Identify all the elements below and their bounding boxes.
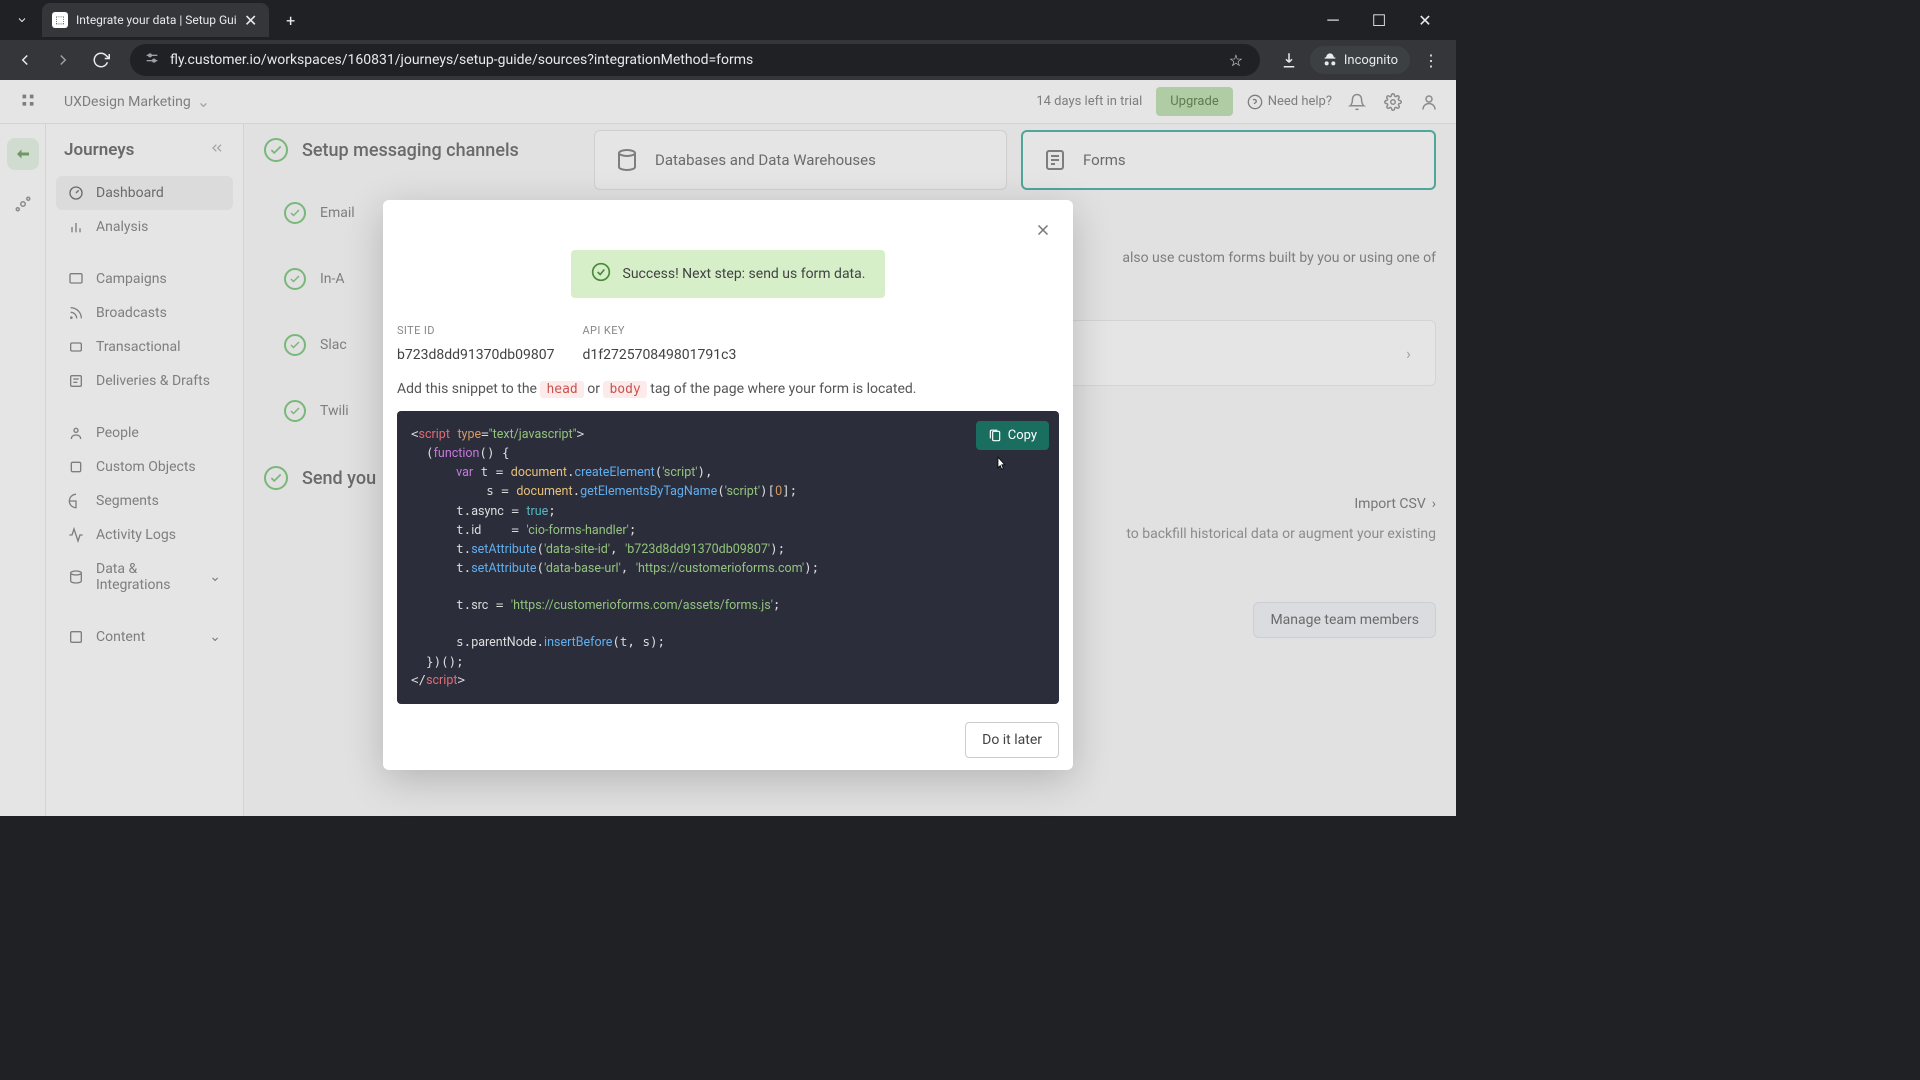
modal-body[interactable]: SITE ID b723d8dd91370db09807 API KEY d1f… <box>383 298 1073 770</box>
incognito-icon <box>1322 52 1338 68</box>
success-check-icon <box>591 262 611 286</box>
api-key-value: d1f272570849801791c3 <box>582 347 736 363</box>
snippet-instruction: Add this snippet to the head or body tag… <box>397 381 1059 397</box>
browser-tab[interactable]: ⬚ Integrate your data | Setup Gui ✕ <box>42 3 269 37</box>
maximize-button[interactable]: ☐ <box>1356 4 1402 36</box>
code-snippet: Copy <script type="text/javascript"> (fu… <box>397 411 1059 704</box>
do-it-later-button[interactable]: Do it later <box>965 722 1059 758</box>
modal-backdrop[interactable]: Success! Next step: send us form data. S… <box>0 80 1456 816</box>
head-tag: head <box>540 381 583 398</box>
minimize-button[interactable]: ─ <box>1310 4 1356 36</box>
downloads-icon[interactable] <box>1272 43 1306 77</box>
copy-button[interactable]: Copy <box>976 421 1049 450</box>
forward-button[interactable] <box>46 43 80 77</box>
address-bar[interactable]: fly.customer.io/workspaces/160831/journe… <box>130 44 1260 76</box>
site-settings-icon[interactable] <box>144 50 160 70</box>
close-window-button[interactable]: ✕ <box>1402 4 1448 36</box>
tab-close-icon[interactable]: ✕ <box>243 12 259 28</box>
site-id-label: SITE ID <box>397 324 554 337</box>
tab-title: Integrate your data | Setup Gui <box>76 13 237 27</box>
modal: Success! Next step: send us form data. S… <box>383 200 1073 770</box>
app-container: UXDesign Marketing ⌄ 14 days left in tri… <box>0 80 1456 816</box>
browser-toolbar: fly.customer.io/workspaces/160831/journe… <box>0 40 1456 80</box>
clipboard-icon <box>988 429 1002 443</box>
body-tag: body <box>603 381 646 398</box>
browser-menu-icon[interactable]: ⋮ <box>1414 43 1448 77</box>
back-button[interactable] <box>8 43 42 77</box>
url-text: fly.customer.io/workspaces/160831/journe… <box>170 52 1226 68</box>
browser-titlebar: ⬚ Integrate your data | Setup Gui ✕ + ─ … <box>0 0 1456 40</box>
favicon: ⬚ <box>52 12 68 28</box>
incognito-badge[interactable]: Incognito <box>1310 46 1410 74</box>
tab-dropdown[interactable] <box>8 6 36 34</box>
site-id-value: b723d8dd91370db09807 <box>397 347 554 363</box>
new-tab-button[interactable]: + <box>277 6 305 34</box>
success-toast: Success! Next step: send us form data. <box>571 250 886 298</box>
reload-button[interactable] <box>84 43 118 77</box>
api-key-label: API KEY <box>582 324 736 337</box>
modal-close-button[interactable] <box>1029 216 1057 244</box>
bookmark-icon[interactable]: ☆ <box>1226 43 1246 77</box>
